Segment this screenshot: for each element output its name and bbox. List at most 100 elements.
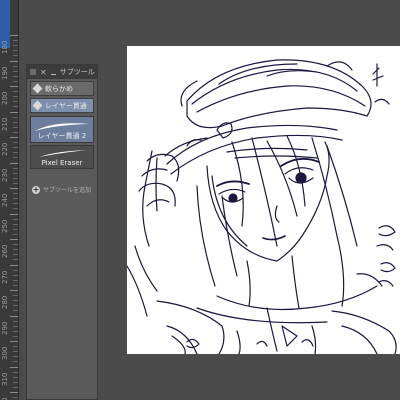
- ruler-tick-minor: [13, 330, 18, 332]
- ruler-tick: [10, 264, 18, 266]
- ruler-tick-minor: [13, 91, 18, 93]
- ruler-tick-minor: [13, 228, 18, 230]
- ruler-tick-minor: [13, 45, 18, 47]
- ruler-tick: [10, 290, 18, 291]
- add-subtool-label: サブツールを追加: [43, 187, 92, 194]
- ruler-tick-minor: [13, 152, 18, 154]
- app-window: 180 190 200 210 220 230 240 250 260 270 280 290 300 3…: [0, 0, 400, 400]
- grip-icon[interactable]: [30, 69, 36, 75]
- eraser-tip-icon: [32, 83, 43, 94]
- ruler-tick-minor: [13, 233, 18, 235]
- ruler-tick-label: 190: [1, 66, 9, 80]
- brush-tile-pixel-eraser[interactable]: Pixel Eraser: [30, 145, 94, 169]
- ruler-tick-minor: [13, 335, 18, 337]
- minimize-icon[interactable]: [50, 73, 56, 75]
- ruler-tick-minor: [13, 75, 18, 77]
- ruler-tick: [10, 315, 18, 317]
- ruler-tick: [10, 392, 18, 393]
- ruler-tick: [10, 111, 18, 113]
- ruler-tick-minor: [13, 101, 18, 103]
- brush-label: レイヤー貫通 2: [37, 132, 87, 140]
- ruler-tick-minor: [13, 55, 18, 57]
- subtool-panel: ✕ サブツール 軟らかめ レイヤー貫通 レイヤー貫通 2 Pixel Erase…: [26, 64, 98, 400]
- close-icon[interactable]: ✕: [40, 68, 47, 77]
- ruler-tick-minor: [13, 254, 18, 256]
- add-subtool-button[interactable]: + サブツールを追加: [32, 185, 91, 194]
- ruler-tick-minor: [13, 376, 18, 378]
- ruler-tick-minor: [13, 126, 18, 128]
- ruler-tick-minor: [13, 96, 18, 98]
- ruler-tick-minor: [13, 356, 18, 358]
- drawing-canvas[interactable]: [127, 46, 400, 354]
- ruler-tick-label: 290: [1, 321, 9, 335]
- ruler-tick-minor: [13, 131, 18, 133]
- ruler-tick: [10, 137, 18, 138]
- ruler-tick: [10, 86, 18, 87]
- ruler-tick-minor: [13, 50, 18, 52]
- ruler-tick-minor: [13, 310, 18, 312]
- ruler-tick-minor: [13, 65, 18, 67]
- ruler-tick-minor: [13, 269, 18, 271]
- ruler-tick-minor: [13, 142, 18, 144]
- ruler-tick-minor: [13, 121, 18, 123]
- eraser-tip-icon: [32, 100, 43, 111]
- ruler-tick-minor: [13, 167, 18, 169]
- ruler-tick-minor: [13, 320, 18, 322]
- ruler-tick-minor: [13, 397, 18, 399]
- subtool-soft-button[interactable]: 軟らかめ: [30, 81, 94, 96]
- ruler-tick-minor: [13, 203, 18, 205]
- subtool-label: レイヤー貫通: [45, 101, 87, 110]
- ruler-tick-minor: [13, 40, 18, 42]
- ruler-tick: [10, 366, 18, 368]
- ruler-tick-minor: [13, 218, 18, 220]
- subtool-layer-pass-button[interactable]: レイヤー貫通: [30, 98, 94, 113]
- ruler-tick-minor: [13, 361, 18, 363]
- ruler-tick-label: 260: [1, 244, 9, 258]
- sketch-drawing: [127, 59, 397, 354]
- brush-tile-layer-pass-2[interactable]: レイヤー貫通 2: [30, 116, 94, 143]
- ruler-tick-minor: [13, 386, 18, 388]
- ruler-tick-minor: [13, 177, 18, 179]
- ruler-tick-minor: [13, 259, 18, 261]
- ruler-tick-minor: [13, 325, 18, 327]
- ruler-tick-minor: [13, 284, 18, 286]
- ruler-tick-minor: [13, 172, 18, 174]
- ruler-tick-minor: [13, 346, 18, 348]
- ruler-tick: [10, 162, 18, 164]
- ruler-tick-minor: [13, 157, 18, 159]
- ruler-tick-label: 310: [1, 372, 9, 386]
- ruler-tick: [10, 188, 18, 189]
- ruler-tick-label: 280: [1, 295, 9, 309]
- vertical-ruler: 180 190 200 210 220 230 240 250 260 270 280 290 300 3…: [0, 0, 19, 400]
- ruler-tick: [10, 239, 18, 240]
- ruler-tick: [10, 35, 18, 36]
- ruler-tick-label: 270: [1, 270, 9, 284]
- ruler-tick-minor: [13, 116, 18, 118]
- ruler-tick-label: 300: [1, 346, 9, 360]
- ruler-tick-label: 240: [1, 193, 9, 207]
- ruler-tick-minor: [13, 351, 18, 353]
- ruler-tick-minor: [13, 244, 18, 246]
- ruler-tick: [10, 213, 18, 215]
- ruler-tick-minor: [13, 193, 18, 195]
- ruler-tick-minor: [13, 106, 18, 108]
- subtool-title: サブツール: [59, 68, 95, 76]
- ruler-tick-minor: [13, 80, 18, 82]
- ruler-tick-label: 220: [1, 142, 9, 156]
- plus-icon: +: [32, 184, 40, 194]
- ruler-tick-minor: [13, 208, 18, 210]
- ruler-tick-minor: [13, 147, 18, 149]
- ruler-tick-minor: [13, 279, 18, 281]
- ruler-tick-minor: [13, 300, 18, 302]
- ruler-tick-label: 200: [1, 91, 9, 105]
- ruler-tick-label: 180: [1, 40, 9, 54]
- ruler-tick-minor: [13, 305, 18, 307]
- ruler-tick-minor: [13, 274, 18, 276]
- ruler-tick-minor: [13, 381, 18, 383]
- ruler-tick-label: 250: [1, 219, 9, 233]
- subtool-label: 軟らかめ: [45, 84, 73, 93]
- ruler-tick-minor: [13, 249, 18, 251]
- ruler-tick-minor: [13, 371, 18, 373]
- ruler-tick-minor: [13, 70, 18, 72]
- ruler-tick: [10, 60, 18, 62]
